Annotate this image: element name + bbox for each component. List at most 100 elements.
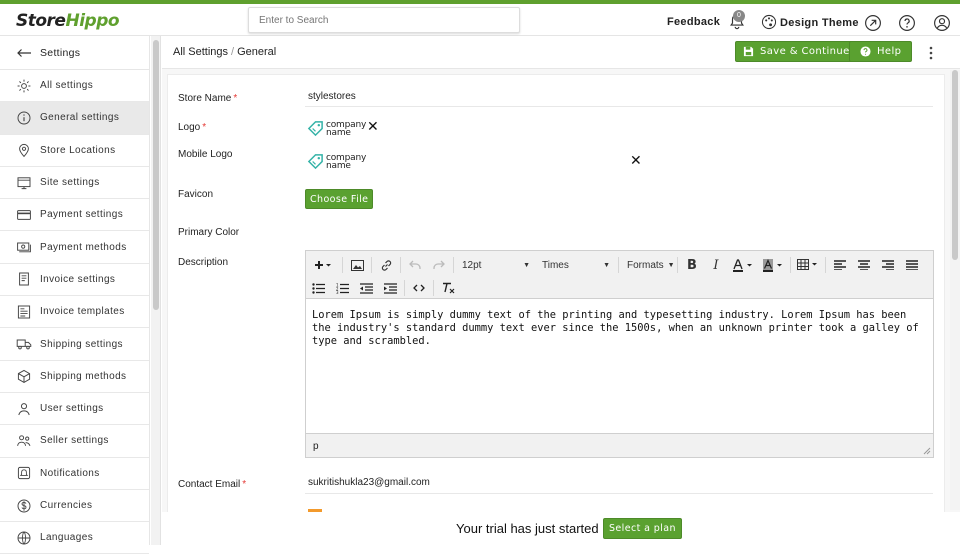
indent-button[interactable] bbox=[378, 278, 402, 298]
palette-icon bbox=[761, 14, 777, 30]
background-color-button[interactable] bbox=[758, 255, 788, 275]
sidebar-item-notifications[interactable]: Notifications bbox=[0, 458, 149, 490]
search-input[interactable] bbox=[248, 7, 520, 33]
remove-logo-icon[interactable]: ✕ bbox=[367, 119, 379, 135]
sidebar-item-label: Invoice settings bbox=[40, 273, 116, 285]
store-name-input[interactable]: stylestores bbox=[308, 91, 356, 102]
sidebar-item-label: Payment methods bbox=[40, 241, 127, 253]
storehippo-logo[interactable]: StoreHippo bbox=[16, 11, 120, 31]
align-left-button[interactable] bbox=[828, 255, 852, 275]
main-scrollbar[interactable] bbox=[950, 70, 960, 510]
font-family-value: Times bbox=[542, 259, 569, 271]
sidebar-item-currencies[interactable]: Currencies bbox=[0, 490, 149, 523]
help-circle-icon[interactable] bbox=[898, 14, 916, 32]
align-right-button[interactable] bbox=[876, 255, 900, 275]
logo-text-store: Store bbox=[16, 11, 66, 31]
sidebar-item-invoice-settings[interactable]: Invoice settings bbox=[0, 264, 149, 297]
dropdown-caret-icon: ▼ bbox=[603, 261, 610, 269]
outdent-button[interactable] bbox=[354, 278, 378, 298]
sidebar-item-invoice-templates[interactable]: Invoice templates bbox=[0, 296, 149, 329]
breadcrumb-all-settings[interactable]: All Settings bbox=[173, 46, 228, 58]
sidebar-item-label: User settings bbox=[40, 403, 104, 415]
seller-icon bbox=[17, 435, 31, 446]
text-color-button[interactable] bbox=[728, 255, 758, 275]
dropdown-caret-icon: ▼ bbox=[523, 261, 530, 269]
italic-button[interactable]: I bbox=[704, 255, 728, 275]
notification-icon bbox=[17, 467, 31, 480]
outdent-icon bbox=[359, 282, 373, 294]
align-justify-icon bbox=[906, 260, 918, 270]
align-center-button[interactable] bbox=[852, 255, 876, 275]
sidebar-item-store-locations[interactable]: Store Locations bbox=[0, 135, 149, 167]
formats-value: Formats bbox=[627, 259, 664, 271]
bold-button[interactable]: B bbox=[680, 255, 704, 275]
arrow-left-icon bbox=[17, 48, 31, 57]
more-options-icon[interactable] bbox=[928, 45, 934, 61]
sidebar-item-label: Shipping methods bbox=[40, 370, 127, 382]
sidebar-scrollbar-thumb[interactable] bbox=[153, 40, 159, 310]
sidebar-item-payment-settings[interactable]: Payment settings bbox=[0, 199, 149, 232]
sidebar-item-shipping-settings[interactable]: Shipping settings bbox=[0, 328, 149, 361]
help-button[interactable]: Help bbox=[849, 41, 913, 62]
bullet-list-icon bbox=[311, 282, 325, 294]
description-content[interactable]: Lorem Ipsum is simply dummy text of the … bbox=[312, 309, 927, 348]
main-scrollbar-thumb[interactable] bbox=[952, 70, 958, 260]
store-name-label: Store Name * bbox=[178, 93, 238, 104]
redo-button[interactable] bbox=[427, 255, 451, 275]
info-icon bbox=[17, 111, 31, 125]
link-button[interactable] bbox=[374, 255, 398, 275]
sidebar-item-languages[interactable]: Languages bbox=[0, 522, 149, 554]
undo-button[interactable] bbox=[403, 255, 427, 275]
sidebar-item-all-settings[interactable]: All settings bbox=[0, 70, 149, 103]
breadcrumb: All Settings / General bbox=[173, 46, 276, 58]
image-button[interactable] bbox=[345, 255, 369, 275]
trial-banner: Your trial has just started Select a pla… bbox=[162, 512, 960, 545]
select-plan-button[interactable]: Select a plan bbox=[603, 518, 682, 539]
design-theme-link[interactable]: Design Theme bbox=[780, 17, 859, 29]
toolbar-divider bbox=[400, 257, 401, 273]
location-pin-icon bbox=[19, 144, 29, 158]
font-family-select[interactable]: Times ▼ bbox=[536, 255, 616, 275]
resize-grip-icon[interactable] bbox=[923, 447, 931, 455]
toolbar-divider bbox=[342, 257, 343, 273]
justify-button[interactable] bbox=[900, 255, 924, 275]
sidebar-item-site-settings[interactable]: Site settings bbox=[0, 167, 149, 200]
toolbar-divider bbox=[825, 257, 826, 273]
source-code-button[interactable] bbox=[407, 278, 431, 298]
sidebar-scrollbar[interactable] bbox=[151, 36, 161, 545]
editor-toolbar: 12pt ▼ Times ▼ Formats ▼ B I 1 2 3 bbox=[306, 251, 933, 299]
toolbar-row-1: 12pt ▼ Times ▼ Formats ▼ B I bbox=[306, 253, 924, 277]
sidebar-item-label: Store Locations bbox=[40, 144, 116, 156]
table-button[interactable] bbox=[793, 255, 823, 275]
sidebar-item-payment-methods[interactable]: Payment methods bbox=[0, 231, 149, 264]
external-link-icon[interactable] bbox=[864, 14, 882, 32]
sidebar-item-seller-settings[interactable]: Seller settings bbox=[0, 425, 149, 458]
sidebar-item-shipping-methods[interactable]: Shipping methods bbox=[0, 361, 149, 393]
sidebar-item-label: Payment settings bbox=[40, 209, 124, 221]
bullet-list-button[interactable] bbox=[306, 278, 330, 298]
toolbar-divider bbox=[404, 280, 405, 296]
highlight-icon bbox=[763, 258, 782, 272]
formats-select[interactable]: Formats ▼ bbox=[621, 255, 675, 275]
feedback-link[interactable]: Feedback bbox=[667, 16, 720, 28]
svg-text:3: 3 bbox=[336, 290, 339, 294]
choose-file-button[interactable]: Choose File bbox=[305, 189, 374, 209]
clear-formatting-button[interactable] bbox=[436, 278, 460, 298]
sidebar-item-user-settings[interactable]: User settings bbox=[0, 393, 149, 426]
logo-preview: company name bbox=[307, 120, 366, 137]
back-to-settings[interactable]: Settings bbox=[0, 36, 149, 70]
sidebar-item-general-settings[interactable]: General settings bbox=[0, 102, 149, 135]
bold-icon: B bbox=[687, 257, 697, 273]
box-icon bbox=[17, 370, 31, 384]
trial-message: Your trial has just started bbox=[456, 521, 599, 536]
table-icon bbox=[797, 259, 817, 270]
contact-email-input[interactable]: sukritishukla23@gmail.com bbox=[308, 477, 430, 488]
numbered-list-button[interactable]: 123 bbox=[330, 278, 354, 298]
insert-menu-button[interactable] bbox=[306, 255, 340, 275]
user-profile-icon[interactable] bbox=[933, 14, 951, 32]
save-continue-button[interactable]: Save & Continue bbox=[735, 41, 858, 62]
align-left-icon bbox=[834, 260, 846, 270]
remove-mobile-logo-icon[interactable]: ✕ bbox=[630, 153, 642, 169]
font-size-select[interactable]: 12pt ▼ bbox=[456, 255, 536, 275]
mobile-logo-preview: company name bbox=[307, 153, 366, 170]
